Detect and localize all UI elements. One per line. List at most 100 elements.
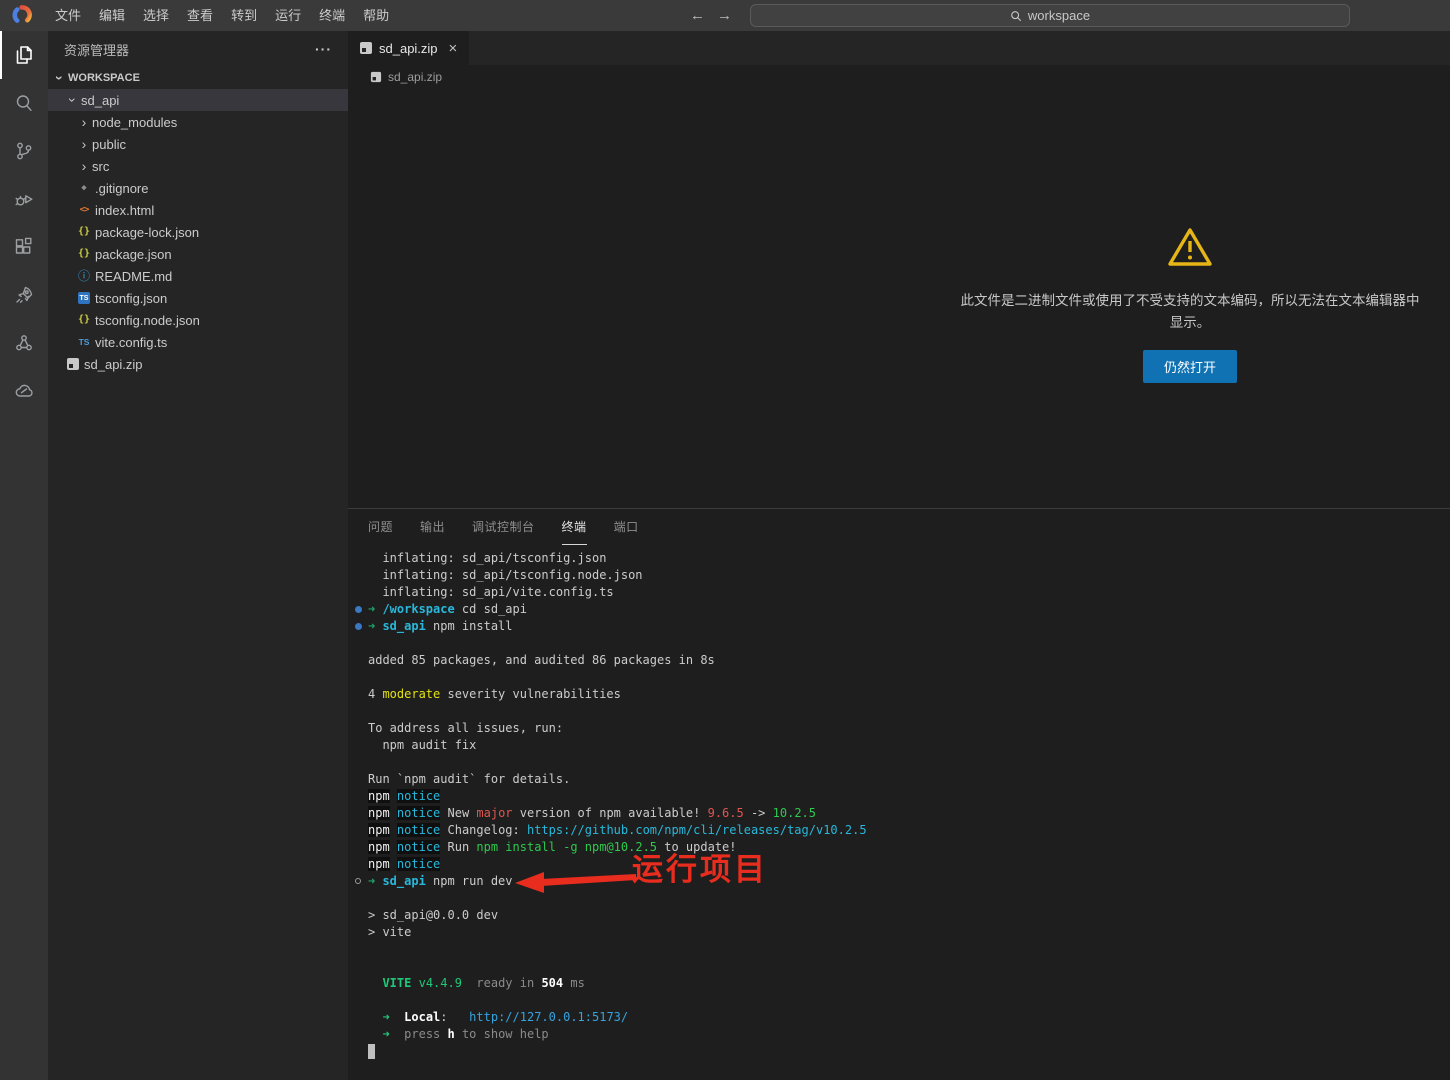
terminal-line bbox=[368, 703, 1450, 720]
tree-item-label: tsconfig.json bbox=[95, 291, 167, 306]
tab-sd-api-zip[interactable]: sd_api.zip × bbox=[348, 31, 469, 65]
chevron-right-icon: › bbox=[76, 115, 92, 129]
search-icon bbox=[1010, 10, 1022, 22]
terminal-line: npm notice Run npm install -g npm@10.2.5… bbox=[368, 839, 1450, 856]
back-icon[interactable]: ← bbox=[690, 7, 705, 24]
html-icon: <> bbox=[76, 206, 92, 215]
tree-item-node-modules[interactable]: ›node_modules bbox=[48, 111, 348, 133]
terminal-line: ➜ Local: http://127.0.0.1:5173/ bbox=[368, 1009, 1450, 1026]
zip-file-icon bbox=[360, 42, 372, 54]
tree-item-package-json[interactable]: {}package.json bbox=[48, 243, 348, 265]
panel-tab[interactable]: 端口 bbox=[614, 509, 639, 545]
menu-item[interactable]: 运行 bbox=[266, 0, 310, 31]
terminal-line bbox=[368, 1043, 1450, 1060]
activity-bar bbox=[0, 31, 48, 1080]
tree-item-label: src bbox=[92, 159, 109, 174]
typescript-icon: TS bbox=[76, 338, 92, 347]
menu-item[interactable]: 选择 bbox=[134, 0, 178, 31]
breadcrumb[interactable]: sd_api.zip bbox=[348, 65, 1450, 89]
warning-message: 此文件是二进制文件或使用了不受支持的文本编码，所以无法在文本编辑器中显示。 bbox=[960, 290, 1420, 334]
terminal-line bbox=[368, 958, 1450, 975]
tree-item--gitignore[interactable]: ◆.gitignore bbox=[48, 177, 348, 199]
terminal-line: 4 moderate severity vulnerabilities bbox=[368, 686, 1450, 703]
tree-item-label: sd_api bbox=[81, 93, 119, 108]
tree-item-vite-config-ts[interactable]: TSvite.config.ts bbox=[48, 331, 348, 353]
run-debug-icon[interactable] bbox=[0, 175, 48, 223]
explorer-header: 资源管理器 ··· bbox=[48, 31, 348, 67]
tree-item-tsconfig-node-json[interactable]: {}tsconfig.node.json bbox=[48, 309, 348, 331]
terminal-line: inflating: sd_api/vite.config.ts bbox=[368, 584, 1450, 601]
chevron-down-icon: › bbox=[66, 92, 80, 108]
tree-item-tsconfig-json[interactable]: TStsconfig.json bbox=[48, 287, 348, 309]
zip-file-icon bbox=[65, 358, 81, 370]
panel-tab[interactable]: 调试控制台 bbox=[472, 509, 535, 545]
terminal-line: inflating: sd_api/tsconfig.json bbox=[368, 550, 1450, 567]
close-icon[interactable]: × bbox=[449, 40, 458, 57]
tree-item-label: tsconfig.node.json bbox=[95, 313, 200, 328]
tree-item-src[interactable]: ›src bbox=[48, 155, 348, 177]
panel-tab[interactable]: 终端 bbox=[562, 509, 587, 545]
editor-tab-bar: sd_api.zip × bbox=[348, 31, 1450, 65]
terminal-line: added 85 packages, and audited 86 packag… bbox=[368, 652, 1450, 669]
terminal-cursor bbox=[368, 1044, 375, 1059]
menu-bar: 文件编辑选择查看转到运行终端帮助 bbox=[46, 0, 398, 31]
terminal-line: VITE v4.4.9 ready in 504 ms bbox=[368, 975, 1450, 992]
terminal-line: > sd_api@0.0.0 dev bbox=[368, 907, 1450, 924]
forward-icon[interactable]: → bbox=[717, 7, 732, 24]
command-running-circle-icon bbox=[355, 878, 361, 884]
menu-item[interactable]: 编辑 bbox=[90, 0, 134, 31]
panel-tab[interactable]: 问题 bbox=[368, 509, 393, 545]
terminal[interactable]: inflating: sd_api/tsconfig.json inflatin… bbox=[348, 545, 1450, 1080]
markdown-info-icon: ⓘ bbox=[76, 270, 92, 282]
terminal-line: Run `npm audit` for details. bbox=[368, 771, 1450, 788]
menu-item[interactable]: 终端 bbox=[310, 0, 354, 31]
app-logo-icon bbox=[11, 4, 33, 26]
tab-label: sd_api.zip bbox=[379, 41, 438, 56]
workspace-section-header[interactable]: › WORKSPACE bbox=[48, 67, 348, 89]
menu-item[interactable]: 帮助 bbox=[354, 0, 398, 31]
menu-item[interactable]: 查看 bbox=[178, 0, 222, 31]
menu-item[interactable]: 转到 bbox=[222, 0, 266, 31]
tree-item-label: .gitignore bbox=[95, 181, 148, 196]
tree-item-label: index.html bbox=[95, 203, 154, 218]
history-nav: ← → bbox=[690, 0, 732, 31]
tree-item-label: sd_api.zip bbox=[84, 357, 143, 372]
annotation-arrow bbox=[514, 869, 636, 895]
workspace-section-label: WORKSPACE bbox=[68, 72, 140, 84]
tree-item-public[interactable]: ›public bbox=[48, 133, 348, 155]
tree-item-sd-api-zip[interactable]: sd_api.zip bbox=[48, 353, 348, 375]
json-icon: {} bbox=[76, 249, 92, 259]
terminal-line: ➜ sd_api npm install bbox=[368, 618, 1450, 635]
more-actions-icon[interactable]: ··· bbox=[315, 41, 332, 57]
panel-tab[interactable]: 输出 bbox=[420, 509, 445, 545]
tree-item-label: vite.config.ts bbox=[95, 335, 167, 350]
tree-item-readme-md[interactable]: ⓘREADME.md bbox=[48, 265, 348, 287]
annotation-label: 运行项目 bbox=[632, 851, 768, 888]
open-anyway-button[interactable]: 仍然打开 bbox=[1143, 350, 1237, 383]
file-tree: ›sd_api›node_modules›public›src◆.gitigno… bbox=[48, 89, 348, 375]
terminal-line: npm notice bbox=[368, 788, 1450, 805]
binary-file-warning: 此文件是二进制文件或使用了不受支持的文本编码，所以无法在文本编辑器中显示。 仍然… bbox=[960, 226, 1420, 383]
breadcrumb-item: sd_api.zip bbox=[388, 70, 442, 84]
panel-tab-bar: 问题输出调试控制台终端端口 bbox=[348, 509, 1450, 545]
terminal-line: ➜ /workspace cd sd_api bbox=[368, 601, 1450, 618]
search-view-icon[interactable] bbox=[0, 79, 48, 127]
source-control-icon[interactable] bbox=[0, 127, 48, 175]
chevron-right-icon: › bbox=[76, 159, 92, 173]
rocket-icon[interactable] bbox=[0, 271, 48, 319]
terminal-line bbox=[368, 941, 1450, 958]
tsconfig-icon: TS bbox=[76, 292, 92, 304]
menu-item[interactable]: 文件 bbox=[46, 0, 90, 31]
gitignore-icon: ◆ bbox=[76, 184, 92, 193]
command-success-dot-icon bbox=[355, 623, 362, 630]
terminal-line bbox=[368, 992, 1450, 1009]
command-center-search[interactable]: workspace bbox=[750, 4, 1350, 27]
tree-item-label: package-lock.json bbox=[95, 225, 199, 240]
explorer-icon[interactable] bbox=[0, 31, 48, 79]
tree-item-index-html[interactable]: <>index.html bbox=[48, 199, 348, 221]
cloud-icon[interactable] bbox=[0, 367, 48, 415]
share-icon[interactable] bbox=[0, 319, 48, 367]
tree-item-package-lock-json[interactable]: {}package-lock.json bbox=[48, 221, 348, 243]
extensions-icon[interactable] bbox=[0, 223, 48, 271]
tree-item-sd-api[interactable]: ›sd_api bbox=[48, 89, 348, 111]
